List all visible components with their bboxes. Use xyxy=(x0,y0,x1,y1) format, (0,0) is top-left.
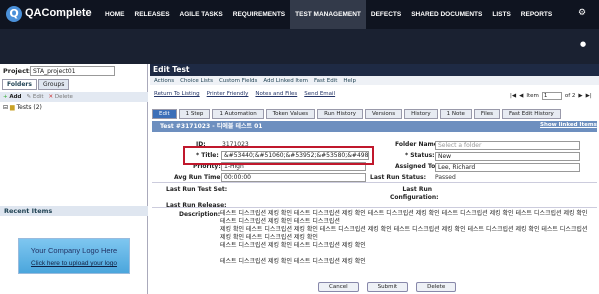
printer-friendly-link[interactable]: Printer Friendly xyxy=(207,91,249,97)
first-page-icon[interactable]: |◀ xyxy=(510,93,516,99)
nav-shared-documents[interactable]: SHARED DOCUMENTS xyxy=(406,0,487,29)
highlight-box xyxy=(183,146,374,165)
link-bar: Return To Listing Printer Friendly Notes… xyxy=(150,91,335,97)
delete-folder-button[interactable]: ✕ Delete xyxy=(49,94,73,100)
logo-placeholder-text: Your Company Logo Here xyxy=(30,246,118,255)
brand-logo-icon: Q xyxy=(6,6,22,22)
folder-tree: ⊟ ▆ Tests (2) xyxy=(3,104,42,111)
pager-of: of 2 xyxy=(564,93,576,99)
nav-lists[interactable]: LISTS xyxy=(487,0,515,29)
tab-groups[interactable]: Groups xyxy=(37,79,70,90)
sub-bar xyxy=(0,29,599,64)
add-linked-item-button[interactable]: Add Linked Item xyxy=(263,78,308,84)
last-run-status-value: Passed xyxy=(435,174,456,181)
next-page-icon[interactable]: ▶ xyxy=(578,93,582,99)
last-page-icon[interactable]: ▶| xyxy=(586,93,592,99)
description-line: 테스트 디스크립션 제킹 확인 테스트 디스크립션 제킹 확인 테스트 디스크립… xyxy=(220,210,588,225)
action-toolbar: Actions Choice Lists Custom Fields Add L… xyxy=(150,76,599,85)
avg-run-time-input[interactable]: 00:00:00 xyxy=(221,173,366,182)
nav-agile-tasks[interactable]: AGILE TASKS xyxy=(175,0,228,29)
top-bar: Q QAComplete HOME RELEASES AGILE TASKS R… xyxy=(0,0,599,29)
submit-button[interactable]: Submit xyxy=(366,282,409,292)
status-label: * Status: xyxy=(405,152,435,159)
tab-steps[interactable]: 1 Step xyxy=(178,109,211,119)
help-button[interactable]: Help xyxy=(343,78,356,84)
nav-reports[interactable]: REPORTS xyxy=(516,0,557,29)
tree-item-tests[interactable]: Tests (2) xyxy=(17,104,42,111)
return-to-listing-link[interactable]: Return To Listing xyxy=(154,91,200,97)
tab-folders[interactable]: Folders xyxy=(2,79,37,90)
last-run-test-set-label: Last Run Test Set: xyxy=(166,186,228,193)
recent-items-title: Recent Items xyxy=(0,206,148,216)
prev-page-icon[interactable]: ◀ xyxy=(519,93,523,99)
last-run-config-label: Last Run Configuration: xyxy=(390,186,439,201)
send-email-link[interactable]: Send Email xyxy=(304,91,335,97)
company-logo-box: Your Company Logo Here Click here to upl… xyxy=(18,238,130,274)
cancel-button[interactable]: Cancel xyxy=(318,282,359,292)
last-run-status-label: Last Run Status: xyxy=(370,174,427,181)
folder-icon: ▆ xyxy=(9,104,15,111)
pager-input[interactable]: 1 xyxy=(541,92,562,100)
show-linked-items-link[interactable]: Show linked Items xyxy=(540,122,597,128)
folder-toolbar: + Add ✎ Edit ✕ Delete xyxy=(0,92,148,102)
tree-toggle-icon[interactable]: ⊟ xyxy=(3,104,8,111)
tab-versions[interactable]: Versions xyxy=(364,109,403,119)
gear-icon[interactable]: ⚙ xyxy=(578,8,586,18)
nav-requirements[interactable]: REQUIREMENTS xyxy=(228,0,290,29)
divider xyxy=(152,207,597,208)
choice-lists-button[interactable]: Choice Lists xyxy=(180,78,213,84)
add-folder-button[interactable]: + Add xyxy=(3,94,22,100)
folder-select[interactable]: Select a folder xyxy=(435,141,580,150)
description-line: 제킹 확인 테스트 디스크립션 제킹 확인 테스트 디스크립션 제킹 확인 테스… xyxy=(220,226,588,241)
avg-run-time-label: Avg Run Time: xyxy=(174,174,223,181)
description-line xyxy=(220,250,592,258)
description-label: Description: xyxy=(179,211,221,218)
nav-releases[interactable]: RELEASES xyxy=(130,0,175,29)
pager-label: Item xyxy=(526,93,539,99)
folder-name-label: Folder Name: xyxy=(395,141,441,148)
test-header: Test #3171023 - 티에블 테스트 01 xyxy=(152,121,597,132)
nav-home[interactable]: HOME xyxy=(100,0,130,29)
edit-folder-button[interactable]: ✎ Edit xyxy=(27,94,44,100)
actions-button[interactable]: Actions xyxy=(154,78,174,84)
sidebar-tabs: Folders Groups xyxy=(2,79,70,90)
tab-fast-edit-history[interactable]: Fast Edit History xyxy=(502,109,561,119)
fast-edit-button[interactable]: Fast Edit xyxy=(314,78,337,84)
description-line: 테스트 디스크립션 제킹 확인 테스트 디스크립션 제킹 확인 xyxy=(220,242,366,249)
project-label: Project: xyxy=(3,67,32,75)
pager: |◀ ◀ Item 1 of 2 ▶ ▶| xyxy=(510,92,592,100)
assigned-to-select[interactable]: Lee, Richard xyxy=(435,163,580,172)
page-title: Edit Test xyxy=(150,64,599,76)
main-nav: HOME RELEASES AGILE TASKS REQUIREMENTS T… xyxy=(100,0,557,29)
nav-defects[interactable]: DEFECTS xyxy=(366,0,406,29)
delete-button[interactable]: Delete xyxy=(416,282,457,292)
tab-edit[interactable]: Edit xyxy=(152,109,177,119)
tab-files[interactable]: Files xyxy=(473,109,500,119)
tab-automation[interactable]: 1 Automation xyxy=(212,109,264,119)
description-text: 테스트 디스크립션 제킹 확인 테스트 디스크립션 제킹 확인 테스트 디스크립… xyxy=(220,210,592,266)
user-icon[interactable]: ● xyxy=(580,40,586,48)
tab-run-history[interactable]: Run History xyxy=(317,109,363,119)
tab-history[interactable]: History xyxy=(404,109,438,119)
upload-logo-link[interactable]: Click here to upload your logo xyxy=(31,260,117,267)
tab-notes[interactable]: 1 Note xyxy=(439,109,472,119)
custom-fields-button[interactable]: Custom Fields xyxy=(219,78,257,84)
description-line: 테스트 디스크립션 제킹 확인 테스트 디스크립션 제킹 확인 xyxy=(220,258,366,265)
nav-test-management[interactable]: TEST MANAGEMENT xyxy=(290,0,366,29)
assigned-to-label: Assigned To: xyxy=(395,163,438,170)
tab-token-values[interactable]: Token Values xyxy=(265,109,316,119)
notes-and-files-link[interactable]: Notes and Files xyxy=(255,91,297,97)
status-select[interactable]: New xyxy=(435,152,580,161)
brand-name: QAComplete xyxy=(25,7,92,19)
project-select[interactable]: STA_project01 xyxy=(30,66,115,76)
divider xyxy=(152,182,597,183)
form-tabs: Edit 1 Step 1 Automation Token Values Ru… xyxy=(152,109,561,119)
form-buttons: Cancel Submit Delete xyxy=(318,282,457,292)
